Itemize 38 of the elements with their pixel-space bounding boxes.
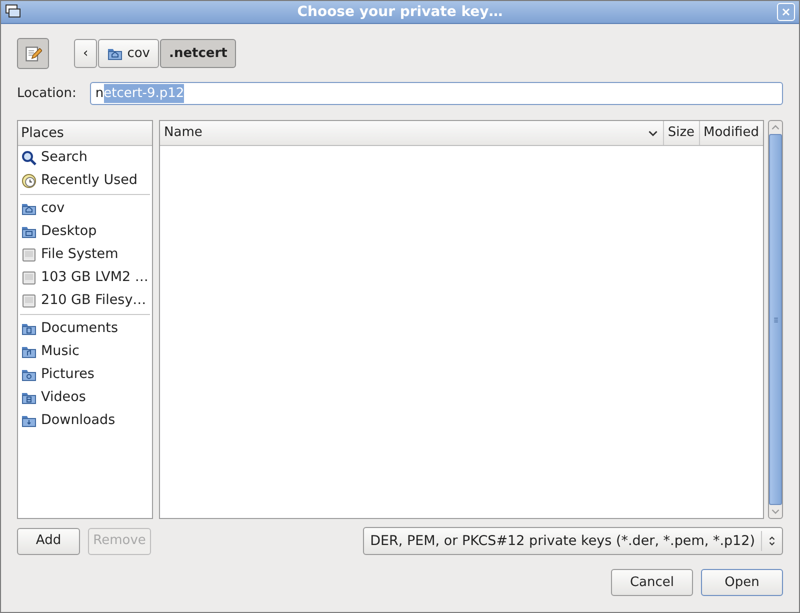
open-button[interactable]: Open	[701, 569, 783, 596]
location-label: Location:	[17, 84, 76, 103]
place-item[interactable]: Music	[18, 340, 152, 363]
clock-icon	[21, 172, 37, 188]
column-header[interactable]: Name	[160, 121, 663, 145]
scrollbar-thumb[interactable]	[769, 134, 782, 505]
drive-icon	[21, 246, 37, 262]
place-item[interactable]: Search	[18, 146, 152, 169]
search-icon	[21, 150, 37, 166]
place-item[interactable]: Desktop	[18, 220, 152, 243]
edit-location-button[interactable]	[17, 38, 49, 69]
close-button[interactable]	[777, 3, 795, 21]
place-item[interactable]: Pictures	[18, 363, 152, 386]
window-menu-icon	[5, 4, 21, 20]
place-item[interactable]: Recently Used	[18, 169, 152, 192]
scrollbar[interactable]	[768, 120, 783, 519]
column-header[interactable]: Size	[662, 121, 699, 145]
drive-icon	[21, 270, 37, 286]
window-title: Choose your private key…	[297, 2, 503, 22]
back-button[interactable]: ‹	[74, 39, 98, 68]
place-item[interactable]: Downloads	[18, 409, 152, 432]
place-item[interactable]: Videos	[18, 386, 152, 409]
drive-icon	[21, 292, 37, 308]
cancel-button[interactable]: Cancel	[611, 569, 693, 596]
location-field[interactable]: netcert-9.p12	[90, 82, 783, 105]
close-icon	[780, 6, 792, 18]
place-item[interactable]: File System	[18, 243, 152, 266]
place-item[interactable]: 210 GB Filesy…	[18, 289, 152, 312]
column-header[interactable]: Modified	[698, 121, 763, 145]
path-button[interactable]: .netcert	[160, 39, 236, 68]
pencil-icon	[24, 44, 42, 62]
places-header: Places	[20, 124, 64, 143]
add-button[interactable]: Add	[17, 528, 80, 554]
place-item[interactable]: Documents	[18, 317, 152, 340]
path-button[interactable]: cov	[98, 39, 159, 68]
place-item[interactable]: cov	[18, 197, 152, 220]
filter-dropdown[interactable]: DER, PEM, or PKCS#12 private keys (*.der, *.pem, *.p12)	[363, 527, 783, 555]
place-item[interactable]: 103 GB LVM2 …	[18, 266, 152, 289]
